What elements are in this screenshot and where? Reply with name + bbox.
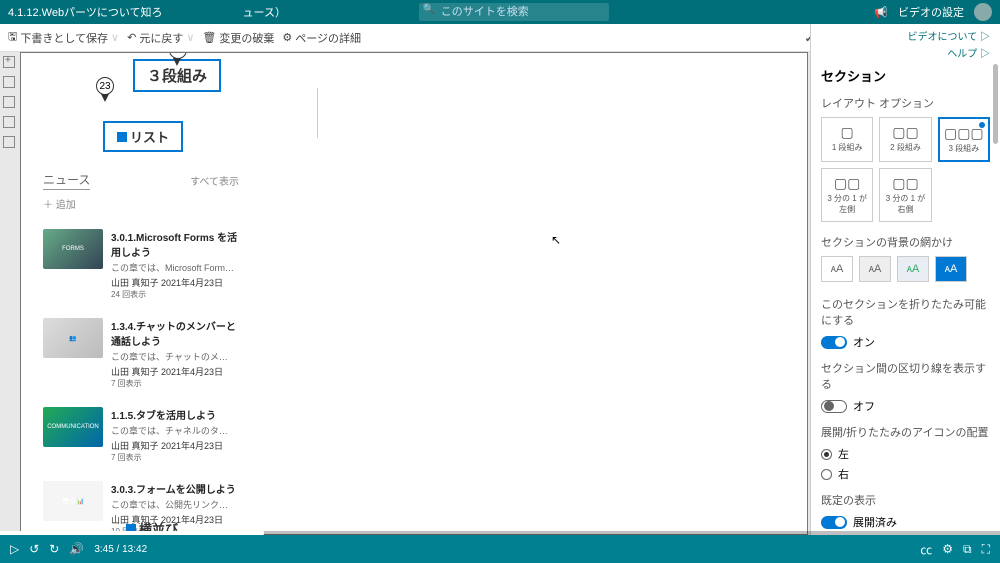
- news-item-views: 7 回表示: [111, 378, 239, 389]
- settings-icon[interactable]: ⚙: [942, 542, 953, 556]
- layout-1col[interactable]: ▢1 段組み: [821, 117, 873, 162]
- site-search-input[interactable]: [419, 3, 609, 21]
- column-divider: [317, 88, 318, 138]
- rewind-icon[interactable]: ↺: [29, 542, 39, 556]
- collapsible-label: このセクションを折りたたみ可能にする: [821, 296, 990, 328]
- news-heading: ニュース: [43, 171, 90, 190]
- news-item-views: 7 回表示: [111, 452, 236, 463]
- layout-third-left[interactable]: ▢▢3 分の 1 が左側: [821, 168, 873, 222]
- news-item-title: 1.1.5.タブを活用しよう: [111, 407, 236, 422]
- video-control-bar: ▷ ↺ ↻ 🔊 3:45 / 13:42 ㏄ ⚙ ⧉ ⛶: [0, 535, 1000, 563]
- page-details-button[interactable]: ⚙ ページの詳細: [282, 30, 361, 46]
- default-display-toggle[interactable]: [821, 516, 847, 529]
- news-add-button[interactable]: ＋ 追加: [43, 196, 239, 211]
- section-toolbar: [0, 52, 18, 148]
- news-item-title: 3.0.1.Microsoft Forms を活用しよう: [111, 229, 239, 259]
- layout-options-label: レイアウト オプション: [821, 95, 990, 111]
- annotation-bubble-22: 22: [169, 52, 187, 59]
- shade-strong[interactable]: ᴀA: [935, 256, 967, 282]
- news-item-views: 24 回表示: [111, 289, 239, 300]
- news-item-desc: この章では、Microsoft Formsの…: [111, 261, 236, 274]
- captions-icon[interactable]: ㏄: [920, 541, 932, 558]
- collapsible-toggle[interactable]: [821, 336, 847, 349]
- annotation-bubble-23: 23: [96, 77, 114, 95]
- pip-icon[interactable]: ⧉: [963, 542, 972, 557]
- layout-third-right[interactable]: ▢▢3 分の 1 が右側: [879, 168, 931, 222]
- panel-scrollbar[interactable]: [993, 64, 998, 144]
- divider-label: セクション間の区切り線を表示する: [821, 360, 990, 392]
- news-item-title: 1.3.4.チャットのメンバーと通話しよう: [111, 318, 239, 348]
- layout-2col[interactable]: ▢▢2 段組み: [879, 117, 931, 162]
- discard-changes-button[interactable]: 🗑 変更の破棄: [202, 30, 274, 46]
- default-display-state: 展開済み: [853, 514, 897, 530]
- app-title-bar: 4.1.12.Webパーツについて知ろ ュース） 📢 ビデオの設定: [0, 0, 1000, 24]
- news-item[interactable]: 👥 1.3.4.チャットのメンバーと通話しよう この章では、チャットのメンバ… …: [43, 318, 239, 389]
- news-item-author: 山田 真知子 2021年4月23日: [111, 365, 239, 378]
- icon-position-label: 展開/折りたたみのアイコンの配置: [821, 424, 990, 440]
- avatar[interactable]: [974, 3, 992, 21]
- news-item-desc: この章では、公開先リンク…: [111, 498, 236, 511]
- forward-icon[interactable]: ↻: [49, 542, 59, 556]
- news-item-author: 山田 真知子 2021年4月23日: [111, 439, 236, 452]
- panel-heading: セクション: [821, 66, 990, 85]
- shade-soft[interactable]: ᴀA: [897, 256, 929, 282]
- news-view-all-link[interactable]: すべて表示: [190, 173, 239, 188]
- edit-section-icon[interactable]: [3, 116, 15, 128]
- video-settings-link[interactable]: ビデオの設定: [898, 4, 964, 20]
- section-properties-panel: ビデオについて ▷ ヘルプ ▷ セクション レイアウト オプション ▢1 段組み…: [810, 24, 1000, 535]
- title-suffix: ュース）: [243, 4, 286, 20]
- video-time: 3:45 / 13:42: [94, 544, 147, 555]
- save-draft-button[interactable]: 🖫 下書きとして保存 ∨: [8, 28, 119, 47]
- move-section-icon[interactable]: [3, 96, 15, 108]
- news-item-author: 山田 真知子 2021年4月23日: [111, 276, 239, 289]
- bg-shading-label: セクションの背景の網かけ: [821, 234, 990, 250]
- news-item[interactable]: COMMUNICATION 1.1.5.タブを活用しよう この章では、チャネルの…: [43, 407, 239, 463]
- news-item[interactable]: FORMS 3.0.1.Microsoft Forms を活用しよう この章では…: [43, 229, 239, 300]
- video-about-link[interactable]: ビデオについて ▷: [821, 28, 990, 43]
- help-link[interactable]: ヘルプ ▷: [821, 45, 990, 60]
- news-webpart: ニュース すべて表示 ＋ 追加 FORMS 3.0.1.Microsoft Fo…: [39, 171, 239, 535]
- news-item-desc: この章では、チャネルのタブに…: [111, 424, 236, 437]
- icon-pos-left[interactable]: 左: [821, 446, 990, 462]
- news-thumb: 👥: [43, 318, 103, 358]
- news-thumb: FORMS: [43, 229, 103, 269]
- default-display-label: 既定の表示: [821, 492, 990, 508]
- page-title: 4.1.12.Webパーツについて知ろ: [8, 4, 163, 20]
- icon-pos-right[interactable]: 右: [821, 466, 990, 482]
- divider-state: オフ: [853, 398, 875, 414]
- divider-toggle[interactable]: [821, 400, 847, 413]
- undo-button[interactable]: ↶ 元に戻す ∨: [127, 30, 194, 46]
- annotation-label-23: リスト: [103, 121, 183, 152]
- layout-3col[interactable]: ▢▢▢3 段組み: [938, 117, 990, 162]
- add-section-icon[interactable]: [3, 56, 15, 68]
- megaphone-icon[interactable]: 📢: [874, 6, 888, 19]
- volume-icon[interactable]: 🔊: [69, 542, 84, 556]
- duplicate-section-icon[interactable]: [3, 76, 15, 88]
- collapsible-state: オン: [853, 334, 875, 350]
- shade-none[interactable]: ᴀA: [821, 256, 853, 282]
- editor-canvas[interactable]: 22 ３段組み 23 リスト ↖ ニュース すべて表示 ＋ 追加 FORMS 3…: [20, 52, 808, 535]
- news-thumb: 🖥⚙📊: [43, 481, 103, 521]
- news-item-title: 3.0.3.フォームを公開しよう: [111, 481, 236, 496]
- play-pause-icon[interactable]: ▷: [10, 542, 19, 556]
- delete-section-icon[interactable]: [3, 136, 15, 148]
- news-item-desc: この章では、チャットのメンバ…: [111, 350, 236, 363]
- fullscreen-icon[interactable]: ⛶: [982, 542, 990, 557]
- news-thumb: COMMUNICATION: [43, 407, 103, 447]
- shade-neutral[interactable]: ᴀA: [859, 256, 891, 282]
